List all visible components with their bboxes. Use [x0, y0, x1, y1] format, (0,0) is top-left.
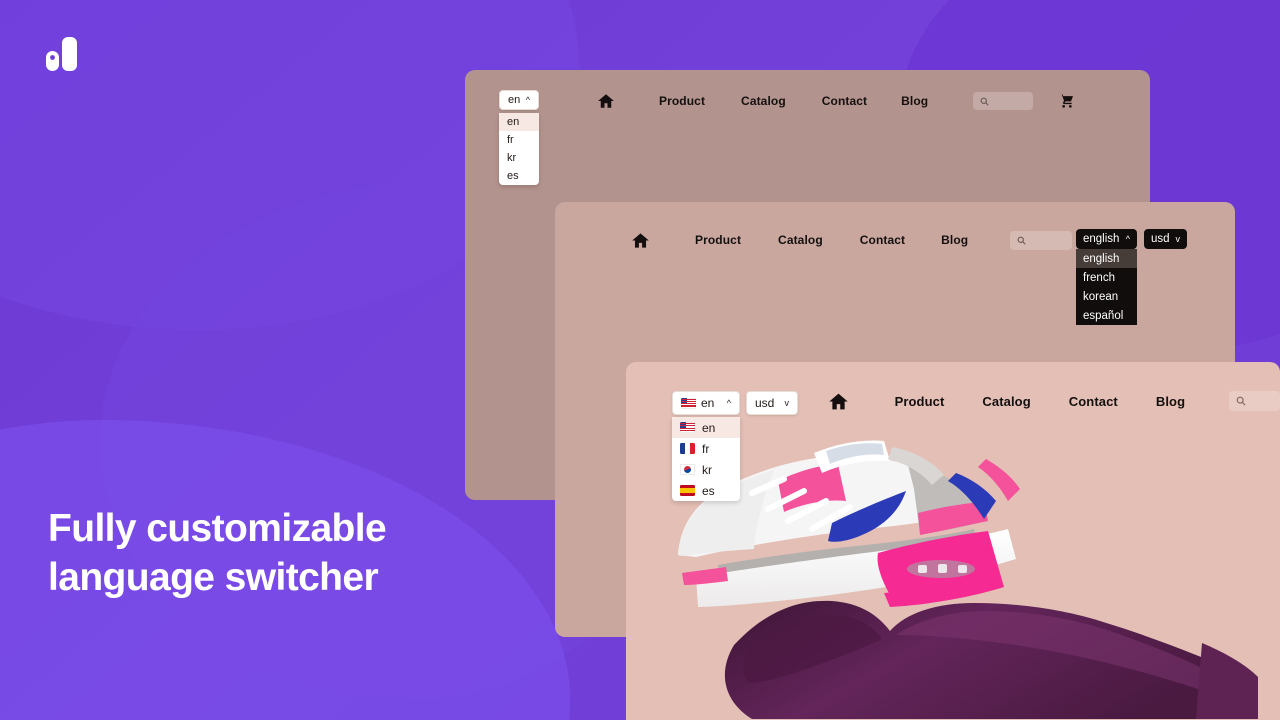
language-option-label: es — [507, 170, 519, 182]
language-option-french[interactable]: french — [1076, 268, 1137, 287]
weglot-logo[interactable] — [40, 32, 84, 76]
language-option-espanol[interactable]: español — [1076, 306, 1137, 325]
headline-line-2: language switcher — [48, 555, 379, 599]
home-icon[interactable] — [631, 231, 650, 250]
language-option-label: fr — [507, 134, 514, 146]
search-input[interactable] — [1010, 230, 1073, 250]
language-option-kr[interactable]: kr — [672, 459, 740, 480]
nav-link-contact[interactable]: Contact — [1069, 394, 1118, 409]
language-option-label: es — [702, 483, 715, 498]
nav-link-blog[interactable]: Blog — [901, 94, 928, 108]
currency-switcher-value: usd — [1151, 233, 1170, 245]
shopping-cart-icon[interactable] — [1059, 93, 1075, 109]
language-switcher-value: en — [508, 94, 521, 106]
preview-card-flags: Product Catalog Contact Blog en ^ en fr — [626, 362, 1280, 720]
nav-link-contact[interactable]: Contact — [822, 94, 867, 108]
search-icon — [1017, 236, 1026, 245]
search-input[interactable] — [973, 92, 1034, 110]
currency-switcher-value: usd — [755, 396, 775, 410]
language-option-english[interactable]: english — [1076, 249, 1137, 268]
language-switcher-options[interactable]: english french korean español — [1076, 249, 1137, 325]
chevron-up-icon: ^ — [1125, 233, 1130, 244]
currency-switcher-trigger[interactable]: usd v — [1144, 229, 1187, 249]
language-switcher-value: en — [701, 396, 715, 410]
language-option-label: en — [507, 116, 520, 128]
nav-link-blog[interactable]: Blog — [941, 233, 968, 247]
card1-language-switcher[interactable]: en ^ en fr kr es — [499, 90, 539, 185]
fr-flag-icon — [680, 443, 695, 454]
language-switcher-trigger[interactable]: en ^ — [672, 391, 740, 415]
us-flag-icon — [680, 422, 695, 433]
es-flag-icon — [680, 485, 695, 496]
language-switcher-value: english — [1083, 233, 1120, 245]
language-option-label: español — [1083, 309, 1124, 322]
card2-currency-switcher[interactable]: usd v — [1144, 229, 1187, 249]
nav-link-product[interactable]: Product — [659, 94, 705, 108]
language-option-en[interactable]: en — [672, 417, 740, 438]
language-option-kr[interactable]: kr — [499, 149, 539, 167]
language-option-label: fr — [702, 441, 710, 456]
currency-switcher-trigger[interactable]: usd v — [746, 391, 798, 415]
language-option-fr[interactable]: fr — [672, 438, 740, 459]
language-option-label: kr — [702, 462, 712, 477]
kr-flag-icon — [680, 464, 695, 475]
language-option-es[interactable]: es — [499, 167, 539, 185]
language-option-label: english — [1083, 252, 1120, 265]
language-switcher-options[interactable]: en fr kr es — [499, 113, 539, 185]
search-icon — [980, 97, 989, 106]
nav-link-product[interactable]: Product — [895, 394, 945, 409]
language-switcher-trigger[interactable]: english ^ — [1076, 229, 1137, 249]
language-option-korean[interactable]: korean — [1076, 287, 1137, 306]
headline-line-1: Fully customizable — [48, 507, 387, 550]
language-switcher-options[interactable]: en fr kr es — [672, 417, 740, 501]
chevron-down-icon: v — [784, 397, 790, 408]
language-option-fr[interactable]: fr — [499, 131, 539, 149]
search-icon — [1236, 396, 1246, 406]
search-input[interactable] — [1229, 391, 1280, 411]
language-option-label: korean — [1083, 290, 1119, 303]
page-headline: Fully customizable language switcher — [48, 505, 387, 603]
nav-link-catalog[interactable]: Catalog — [982, 394, 1030, 409]
home-icon[interactable] — [597, 92, 615, 110]
language-switcher-trigger[interactable]: en ^ — [499, 90, 539, 110]
language-option-label: french — [1083, 271, 1115, 284]
language-option-label: kr — [507, 152, 517, 164]
chevron-down-icon: v — [1175, 233, 1181, 244]
card2-language-switcher[interactable]: english ^ english french korean español — [1076, 229, 1137, 325]
language-option-es[interactable]: es — [672, 480, 740, 501]
nav-link-blog[interactable]: Blog — [1156, 394, 1185, 409]
nav-link-catalog[interactable]: Catalog — [741, 94, 786, 108]
card1-navbar: Product Catalog Contact Blog — [465, 70, 1150, 132]
nav-link-product[interactable]: Product — [695, 233, 741, 247]
chevron-up-icon: ^ — [726, 397, 731, 408]
nav-link-catalog[interactable]: Catalog — [778, 233, 823, 247]
language-option-en[interactable]: en — [499, 113, 539, 131]
language-option-label: en — [702, 420, 716, 435]
nav-link-contact[interactable]: Contact — [860, 233, 905, 247]
card3-language-switcher[interactable]: en ^ en fr kr es — [672, 391, 740, 501]
chevron-up-icon: ^ — [525, 94, 530, 105]
card3-currency-switcher[interactable]: usd v — [746, 391, 798, 415]
us-flag-icon — [681, 397, 696, 409]
home-icon[interactable] — [828, 391, 849, 412]
